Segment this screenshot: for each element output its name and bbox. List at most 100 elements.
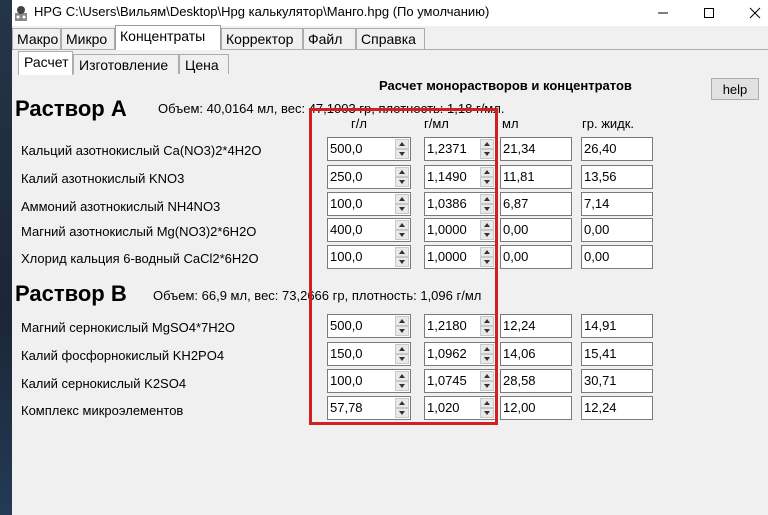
ml-field[interactable]: 21,34 [500, 137, 572, 161]
gl-value: 250,0 [330, 169, 363, 184]
gr-field[interactable]: 12,24 [581, 396, 653, 420]
gr-field[interactable]: 13,56 [581, 165, 653, 189]
spin-up-icon[interactable] [395, 344, 409, 354]
gl-stepper[interactable]: 100,0 [327, 369, 411, 393]
tab-koncentraty[interactable]: Концентраты [115, 25, 221, 50]
gml-stepper[interactable]: 1,2371 [424, 137, 496, 161]
gr-field[interactable]: 7,14 [581, 192, 653, 216]
ml-field[interactable]: 6,87 [500, 192, 572, 216]
spin-up-icon[interactable] [480, 398, 494, 408]
col-header-gr: гр. жидк. [582, 116, 635, 131]
gml-stepper[interactable]: 1,1490 [424, 165, 496, 189]
gr-field[interactable]: 0,00 [581, 245, 653, 269]
ml-value: 12,00 [503, 400, 536, 415]
spin-up-icon[interactable] [480, 220, 494, 230]
ml-field[interactable]: 11,81 [500, 165, 572, 189]
gl-stepper[interactable]: 150,0 [327, 342, 411, 366]
gml-stepper[interactable]: 1,0000 [424, 218, 496, 242]
spin-down-icon[interactable] [395, 177, 409, 187]
gl-value: 100,0 [330, 196, 363, 211]
spin-down-icon[interactable] [395, 149, 409, 159]
spin-down-icon[interactable] [480, 354, 494, 364]
spin-up-icon[interactable] [395, 247, 409, 257]
spin-up-icon[interactable] [395, 139, 409, 149]
row-label: Аммоний азотнокислый NH4NO3 [21, 199, 221, 214]
tab-korrektor[interactable]: Корректор [221, 28, 303, 49]
tab-fail[interactable]: Файл [303, 28, 356, 49]
gr-value: 12,24 [584, 400, 617, 415]
gml-stepper[interactable]: 1,020 [424, 396, 496, 420]
ml-field[interactable]: 12,00 [500, 396, 572, 420]
spin-up-icon[interactable] [480, 194, 494, 204]
spin-down-icon[interactable] [480, 408, 494, 418]
desktop-background [0, 0, 12, 515]
subtab-izgotovlenie[interactable]: Изготовление [73, 54, 179, 74]
tab-mikro[interactable]: Микро [61, 28, 115, 49]
spin-up-icon[interactable] [480, 371, 494, 381]
gl-stepper[interactable]: 500,0 [327, 314, 411, 338]
spin-up-icon[interactable] [395, 194, 409, 204]
ml-field[interactable]: 0,00 [500, 245, 572, 269]
gml-stepper[interactable]: 1,2180 [424, 314, 496, 338]
spin-down-icon[interactable] [480, 149, 494, 159]
gml-value: 1,0962 [427, 346, 467, 361]
ml-value: 21,34 [503, 141, 536, 156]
gl-stepper[interactable]: 100,0 [327, 245, 411, 269]
spin-down-icon[interactable] [480, 381, 494, 391]
gl-stepper[interactable]: 500,0 [327, 137, 411, 161]
help-button[interactable]: help [711, 78, 759, 100]
maximize-button[interactable] [686, 0, 732, 26]
tab-spravka[interactable]: Справка [356, 28, 425, 49]
spin-up-icon[interactable] [395, 371, 409, 381]
gml-stepper[interactable]: 1,0745 [424, 369, 496, 393]
spin-up-icon[interactable] [395, 167, 409, 177]
spin-up-icon[interactable] [480, 139, 494, 149]
gl-stepper[interactable]: 57,78 [327, 396, 411, 420]
subtab-cena[interactable]: Цена [179, 54, 229, 74]
spin-up-icon[interactable] [480, 167, 494, 177]
spin-up-icon[interactable] [395, 316, 409, 326]
gml-stepper[interactable]: 1,0386 [424, 192, 496, 216]
spin-down-icon[interactable] [480, 177, 494, 187]
gr-field[interactable]: 15,41 [581, 342, 653, 366]
gr-field[interactable]: 26,40 [581, 137, 653, 161]
spin-down-icon[interactable] [480, 230, 494, 240]
tab-makro[interactable]: Макро [12, 28, 61, 49]
gl-stepper[interactable]: 400,0 [327, 218, 411, 242]
gr-field[interactable]: 0,00 [581, 218, 653, 242]
spin-down-icon[interactable] [480, 257, 494, 267]
spin-up-icon[interactable] [395, 398, 409, 408]
spin-down-icon[interactable] [395, 230, 409, 240]
spin-down-icon[interactable] [395, 204, 409, 214]
ml-field[interactable]: 12,24 [500, 314, 572, 338]
ml-field[interactable]: 28,58 [500, 369, 572, 393]
gl-stepper[interactable]: 100,0 [327, 192, 411, 216]
minimize-button[interactable] [640, 0, 686, 26]
gml-stepper[interactable]: 1,0000 [424, 245, 496, 269]
gl-stepper[interactable]: 250,0 [327, 165, 411, 189]
spin-down-icon[interactable] [480, 326, 494, 336]
spin-down-icon[interactable] [395, 354, 409, 364]
gr-field[interactable]: 14,91 [581, 314, 653, 338]
spin-down-icon[interactable] [395, 381, 409, 391]
gml-value: 1,0000 [427, 249, 467, 264]
window-title: HPG C:\Users\Вильям\Desktop\Hpg калькуля… [34, 4, 490, 19]
ml-field[interactable]: 14,06 [500, 342, 572, 366]
subtab-raschet[interactable]: Расчет [18, 51, 73, 75]
ml-field[interactable]: 0,00 [500, 218, 572, 242]
spin-up-icon[interactable] [480, 247, 494, 257]
gr-field[interactable]: 30,71 [581, 369, 653, 393]
spin-down-icon[interactable] [395, 408, 409, 418]
gml-stepper[interactable]: 1,0962 [424, 342, 496, 366]
spin-up-icon[interactable] [395, 220, 409, 230]
spin-down-icon[interactable] [395, 257, 409, 267]
calc-title: Расчет монорастворов и концентратов [379, 78, 632, 93]
spin-down-icon[interactable] [480, 204, 494, 214]
spin-up-icon[interactable] [480, 316, 494, 326]
gml-value: 1,0745 [427, 373, 467, 388]
ml-value: 0,00 [503, 249, 529, 264]
spin-down-icon[interactable] [395, 326, 409, 336]
maximize-icon [704, 8, 714, 18]
close-button[interactable] [732, 0, 768, 26]
spin-up-icon[interactable] [480, 344, 494, 354]
